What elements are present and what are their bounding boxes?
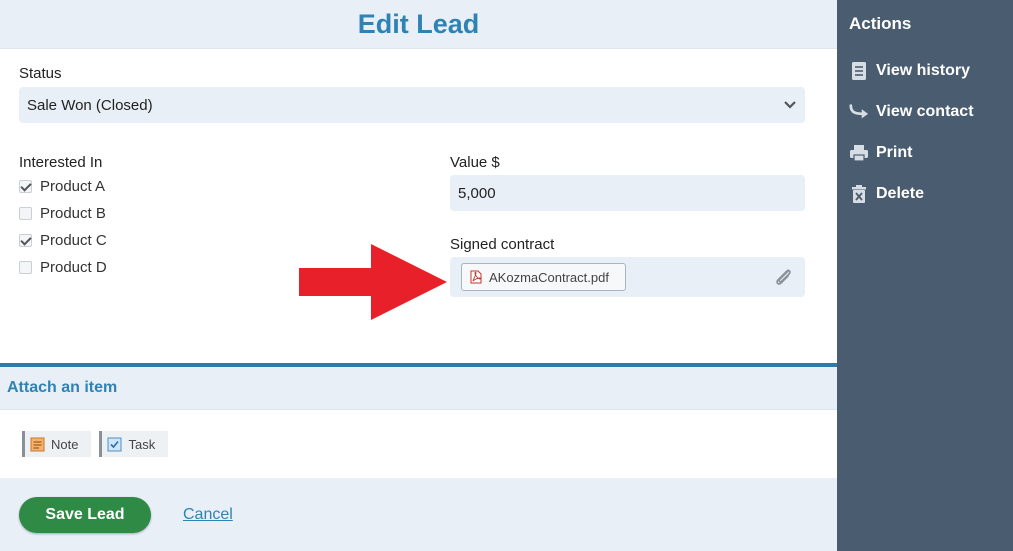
product-b-checkbox[interactable]: Product B bbox=[19, 200, 379, 227]
save-lead-button[interactable]: Save Lead bbox=[19, 496, 151, 533]
contract-file-name: AKozmaContract.pdf bbox=[489, 269, 609, 285]
sidebar-item-view-history[interactable]: View history bbox=[837, 50, 1013, 91]
trash-icon bbox=[849, 184, 869, 204]
checkbox-unchecked-icon[interactable] bbox=[19, 207, 32, 220]
view-history-label: View history bbox=[876, 61, 970, 79]
note-icon bbox=[30, 437, 45, 451]
sidebar-title: Actions bbox=[849, 14, 912, 33]
value-label: Value $ bbox=[450, 154, 500, 171]
share-arrow-icon bbox=[849, 102, 869, 122]
value-input[interactable]: 5,000 bbox=[450, 175, 805, 211]
product-a-label: Product A bbox=[40, 178, 106, 195]
pdf-icon bbox=[470, 270, 482, 284]
status-value: Sale Won (Closed) bbox=[27, 96, 153, 114]
attach-section: Attach an item Note Task bbox=[0, 363, 837, 478]
checkbox-checked-icon[interactable] bbox=[19, 234, 32, 247]
page-title: Edit Lead bbox=[357, 8, 480, 39]
paperclip-icon[interactable] bbox=[773, 266, 795, 288]
attach-options: Note Task bbox=[0, 410, 837, 478]
delete-label: Delete bbox=[876, 184, 925, 202]
cancel-link[interactable]: Cancel bbox=[183, 506, 233, 524]
sidebar-item-view-contact[interactable]: View contact bbox=[837, 91, 1013, 132]
page-header: Edit Lead bbox=[0, 0, 837, 49]
product-d-label: Product D bbox=[40, 259, 107, 276]
product-c-label: Product C bbox=[40, 232, 107, 249]
red-arrow-annotation bbox=[299, 244, 447, 320]
attach-note-button[interactable]: Note bbox=[22, 431, 92, 457]
value-group: Value $ 5,000 Signed contract AKozmaCont… bbox=[450, 154, 805, 297]
sidebar-actions: View history View contact Print Delete bbox=[837, 50, 1013, 214]
interested-label: Interested In bbox=[19, 154, 103, 171]
task-label: Task bbox=[128, 436, 156, 452]
product-b-label: Product B bbox=[40, 205, 106, 222]
view-contact-label: View contact bbox=[876, 102, 974, 120]
lead-form: Status Sale Won (Closed) Interested In P… bbox=[19, 65, 805, 297]
attach-header: Attach an item bbox=[0, 363, 837, 410]
contract-attachment-field[interactable]: AKozmaContract.pdf bbox=[450, 257, 805, 297]
sidebar-item-print[interactable]: Print bbox=[837, 132, 1013, 173]
attach-title: Attach an item bbox=[7, 379, 118, 396]
status-select[interactable]: Sale Won (Closed) bbox=[19, 87, 805, 123]
value-amount: 5,000 bbox=[458, 184, 496, 202]
product-a-checkbox[interactable]: Product A bbox=[19, 173, 379, 200]
printer-icon bbox=[849, 143, 869, 163]
sidebar-item-delete[interactable]: Delete bbox=[837, 173, 1013, 214]
attach-task-button[interactable]: Task bbox=[99, 431, 169, 457]
task-icon bbox=[107, 437, 122, 451]
contract-file-chip[interactable]: AKozmaContract.pdf bbox=[461, 263, 626, 291]
print-label: Print bbox=[876, 143, 913, 161]
form-footer: Save Lead Cancel bbox=[0, 478, 837, 551]
status-label: Status bbox=[19, 65, 62, 82]
contract-label: Signed contract bbox=[450, 236, 555, 253]
actions-sidebar: Actions View history View contact Print … bbox=[837, 0, 1013, 551]
document-icon bbox=[849, 61, 869, 81]
checkbox-unchecked-icon[interactable] bbox=[19, 261, 32, 274]
note-label: Note bbox=[51, 436, 79, 452]
main-panel: Edit Lead Status Sale Won (Closed) Inter… bbox=[0, 0, 837, 551]
chevron-down-icon bbox=[784, 101, 796, 109]
checkbox-checked-icon[interactable] bbox=[19, 180, 32, 193]
